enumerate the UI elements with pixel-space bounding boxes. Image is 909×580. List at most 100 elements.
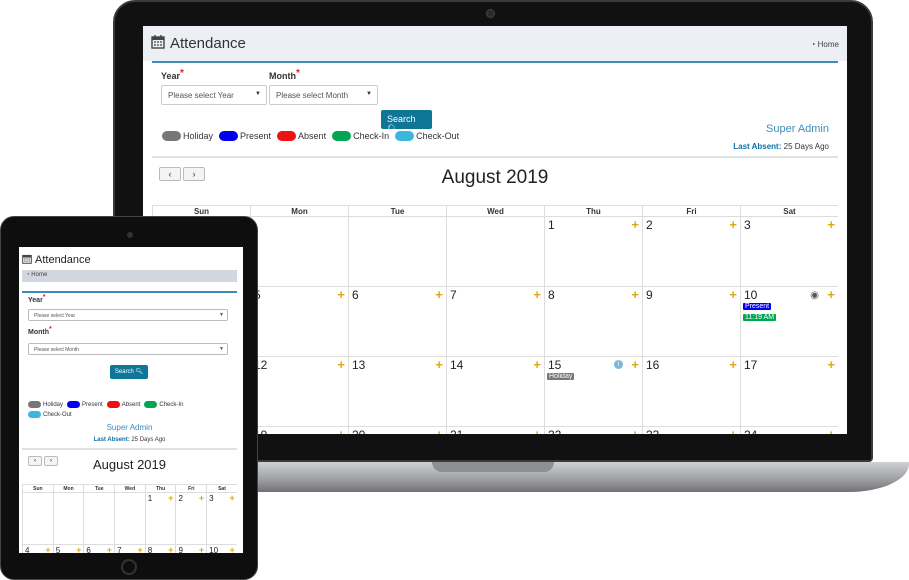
search-button[interactable]: Search 🔍︎ bbox=[110, 365, 148, 379]
add-entry-icon[interactable]: + bbox=[729, 217, 737, 232]
calendar-day-cell[interactable]: 19+ bbox=[250, 427, 348, 434]
weekday-thu: Thu bbox=[544, 205, 642, 217]
month-select[interactable]: Please select Month ▼ bbox=[28, 343, 228, 355]
add-entry-icon[interactable]: + bbox=[631, 217, 639, 232]
calendar-day-cell[interactable]: 7 + bbox=[114, 545, 145, 553]
add-entry-icon[interactable]: + bbox=[76, 545, 81, 553]
legend-item-checkout: Check-Out bbox=[395, 131, 459, 141]
year-select[interactable]: Please select Year ▼ bbox=[161, 85, 267, 105]
add-entry-icon[interactable]: + bbox=[337, 427, 345, 434]
calendar-day-cell[interactable]: 7 + bbox=[446, 287, 544, 357]
add-entry-icon[interactable]: + bbox=[107, 545, 112, 553]
breadcrumb-home[interactable]: ◔ Home bbox=[22, 270, 237, 282]
calendar-day-cell[interactable]: 1 + bbox=[544, 217, 642, 287]
calendar-day-cell[interactable]: 3 + bbox=[206, 493, 237, 545]
add-entry-icon[interactable]: + bbox=[435, 357, 443, 372]
calendar-day-cell[interactable]: 13 + bbox=[348, 357, 446, 427]
calendar-day-cell[interactable] bbox=[250, 217, 348, 287]
info-icon[interactable]: i bbox=[614, 360, 623, 369]
weekday-header: Sun Mon Tue Wed Thu Fri Sat bbox=[22, 484, 237, 493]
weekday-thu: Thu bbox=[144, 484, 176, 493]
calendar-day-cell[interactable]: 21 + bbox=[446, 427, 544, 434]
add-entry-icon[interactable]: + bbox=[230, 493, 235, 503]
breadcrumb-home-label: Home bbox=[31, 272, 48, 278]
event-checkin[interactable]: 11:19 AM bbox=[743, 314, 777, 321]
calendar-day-cell[interactable]: 6 + bbox=[83, 545, 114, 553]
calendar-day-cell[interactable]: 17 + bbox=[740, 357, 838, 427]
calendar-day-cell[interactable]: 8 + bbox=[144, 545, 176, 553]
divider bbox=[152, 156, 838, 158]
event-present[interactable]: Present bbox=[743, 303, 772, 310]
calendar-weeks: 1 +2 +3 +4 +5 +6 +7 +8 +9 +10 + bbox=[22, 493, 237, 553]
add-entry-icon[interactable]: + bbox=[137, 545, 142, 553]
calendar-day-cell[interactable]: 10 + ◉ Present 11:19 AM bbox=[740, 287, 838, 357]
add-entry-icon[interactable]: + bbox=[533, 427, 541, 434]
add-entry-icon[interactable]: + bbox=[199, 493, 204, 503]
add-entry-icon[interactable]: + bbox=[533, 287, 541, 302]
calendar-day-cell[interactable]: 16 + bbox=[642, 357, 740, 427]
day-number: 6 bbox=[86, 546, 91, 553]
add-entry-icon[interactable]: + bbox=[729, 357, 737, 372]
required-marker: * bbox=[42, 294, 46, 301]
add-entry-icon[interactable]: + bbox=[337, 357, 345, 372]
calendar-day-cell[interactable]: 3 + bbox=[740, 217, 838, 287]
calendar-day-cell[interactable]: 8 + bbox=[544, 287, 642, 357]
calendar-day-cell[interactable]: 10 + bbox=[206, 545, 237, 553]
month-select[interactable]: Please select Month ▼ bbox=[269, 85, 378, 105]
calendar-day-cell[interactable]: 14 + bbox=[446, 357, 544, 427]
calendar-day-cell[interactable]: 22 + bbox=[544, 427, 642, 434]
add-entry-icon[interactable]: + bbox=[435, 427, 443, 434]
add-entry-icon[interactable]: + bbox=[631, 427, 639, 434]
calendar-day-cell[interactable]: 12 + bbox=[250, 357, 348, 427]
calendar-day-cell[interactable]: 5+ bbox=[250, 287, 348, 357]
year-label: Year* bbox=[161, 68, 184, 81]
calendar-day-cell[interactable]: 15 + i Holiday bbox=[544, 357, 642, 427]
add-entry-icon[interactable]: + bbox=[729, 427, 737, 434]
calendar-day-cell[interactable]: 2 + bbox=[175, 493, 207, 545]
add-entry-icon[interactable]: + bbox=[827, 287, 835, 302]
page-title: Attendance bbox=[170, 35, 246, 52]
calendar-day-cell[interactable]: 9 + bbox=[642, 287, 740, 357]
calendar-day-cell[interactable]: 20 + bbox=[348, 427, 446, 434]
day-number: 1 bbox=[147, 494, 153, 503]
search-button[interactable]: Search 🔍︎ bbox=[381, 110, 432, 134]
calendar-day-cell[interactable] bbox=[22, 493, 53, 545]
calendar-day-cell[interactable]: 1 + bbox=[144, 493, 176, 545]
add-entry-icon[interactable]: + bbox=[533, 357, 541, 372]
calendar-day-cell[interactable]: 4+ bbox=[22, 545, 53, 553]
add-entry-icon[interactable]: + bbox=[827, 217, 835, 232]
calendar-day-cell[interactable]: 23 + bbox=[642, 427, 740, 434]
last-absent: Last Absent: 25 Days Ago bbox=[733, 142, 829, 151]
add-entry-icon[interactable]: + bbox=[168, 545, 173, 553]
calendar-day-cell[interactable] bbox=[446, 217, 544, 287]
eye-icon[interactable]: ◉ bbox=[810, 290, 819, 301]
day-number: 13 bbox=[352, 358, 366, 372]
add-entry-icon[interactable]: + bbox=[199, 545, 204, 553]
add-entry-icon[interactable]: + bbox=[337, 287, 345, 302]
add-entry-icon[interactable]: + bbox=[230, 545, 235, 553]
calendar-day-cell[interactable] bbox=[83, 493, 115, 545]
calendar-day-cell[interactable] bbox=[114, 493, 145, 545]
day-number: 14 bbox=[450, 358, 464, 372]
add-entry-icon[interactable]: + bbox=[168, 493, 173, 503]
year-select[interactable]: Please select Year ▼ bbox=[28, 309, 228, 321]
legend-swatch bbox=[332, 131, 352, 141]
breadcrumb-home[interactable]: ◔ Home bbox=[811, 40, 839, 49]
divider bbox=[22, 448, 237, 450]
calendar-day-cell[interactable]: 6 + bbox=[348, 287, 446, 357]
add-entry-icon[interactable]: + bbox=[729, 287, 737, 302]
add-entry-icon[interactable]: + bbox=[631, 287, 639, 302]
event-holiday[interactable]: Holiday bbox=[547, 373, 575, 380]
calendar-day-cell[interactable]: 5+ bbox=[52, 545, 84, 553]
calendar-day-cell[interactable]: 24 + bbox=[740, 427, 838, 434]
day-number: 7 bbox=[450, 288, 457, 302]
calendar-day-cell[interactable] bbox=[52, 493, 84, 545]
calendar-day-cell[interactable]: 2 + bbox=[642, 217, 740, 287]
add-entry-icon[interactable]: + bbox=[45, 545, 50, 553]
add-entry-icon[interactable]: + bbox=[631, 357, 639, 372]
add-entry-icon[interactable]: + bbox=[435, 287, 443, 302]
calendar-day-cell[interactable]: 9 + bbox=[175, 545, 206, 553]
calendar-day-cell[interactable] bbox=[348, 217, 446, 287]
add-entry-icon[interactable]: + bbox=[827, 427, 835, 434]
add-entry-icon[interactable]: + bbox=[827, 357, 835, 372]
